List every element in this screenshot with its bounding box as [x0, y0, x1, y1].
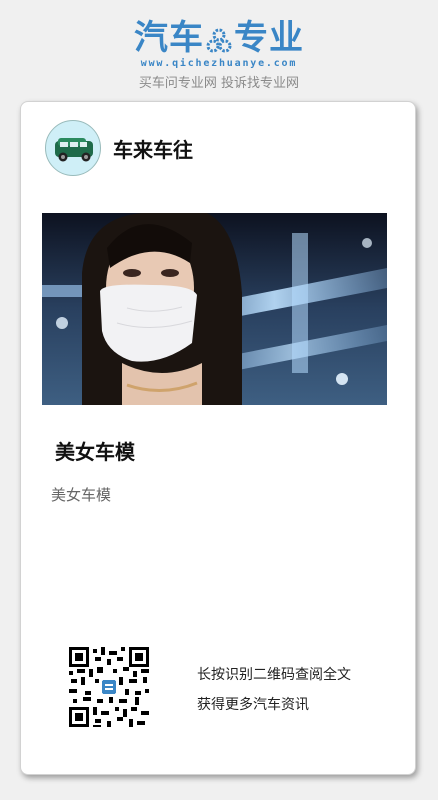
article-cover-image[interactable]: [42, 213, 387, 405]
logo-text-left: 汽车: [134, 18, 204, 58]
site-header: 汽车 专业 www.qichezhuanye.com 买车问专业网 投诉找专业网: [0, 0, 438, 100]
car-model-photo: [42, 213, 387, 405]
account-name: 车来车往: [113, 138, 193, 162]
site-logo[interactable]: 汽车 专业: [0, 16, 438, 60]
account-avatar[interactable]: [45, 120, 101, 176]
qr-subtext: 获得更多汽车资讯: [197, 697, 309, 713]
logo-text-right: 专业: [234, 18, 304, 58]
article-title: 美女车模: [55, 440, 135, 464]
article-share-card: 车来车往 美女车模 美女车模 长按识别二维码查阅全文 获得更多汽车资讯: [20, 101, 416, 775]
qr-code-icon: [69, 647, 149, 727]
site-domain: www.qichezhuanye.com: [140, 58, 298, 69]
site-slogan: 买车问专业网 投诉找专业网: [138, 76, 300, 91]
gear-icon: [206, 28, 232, 53]
qr-instruction: 长按识别二维码查阅全文: [197, 667, 351, 683]
green-car-icon: [55, 138, 93, 162]
article-description: 美女车模: [51, 486, 112, 504]
qr-code[interactable]: [69, 647, 149, 727]
